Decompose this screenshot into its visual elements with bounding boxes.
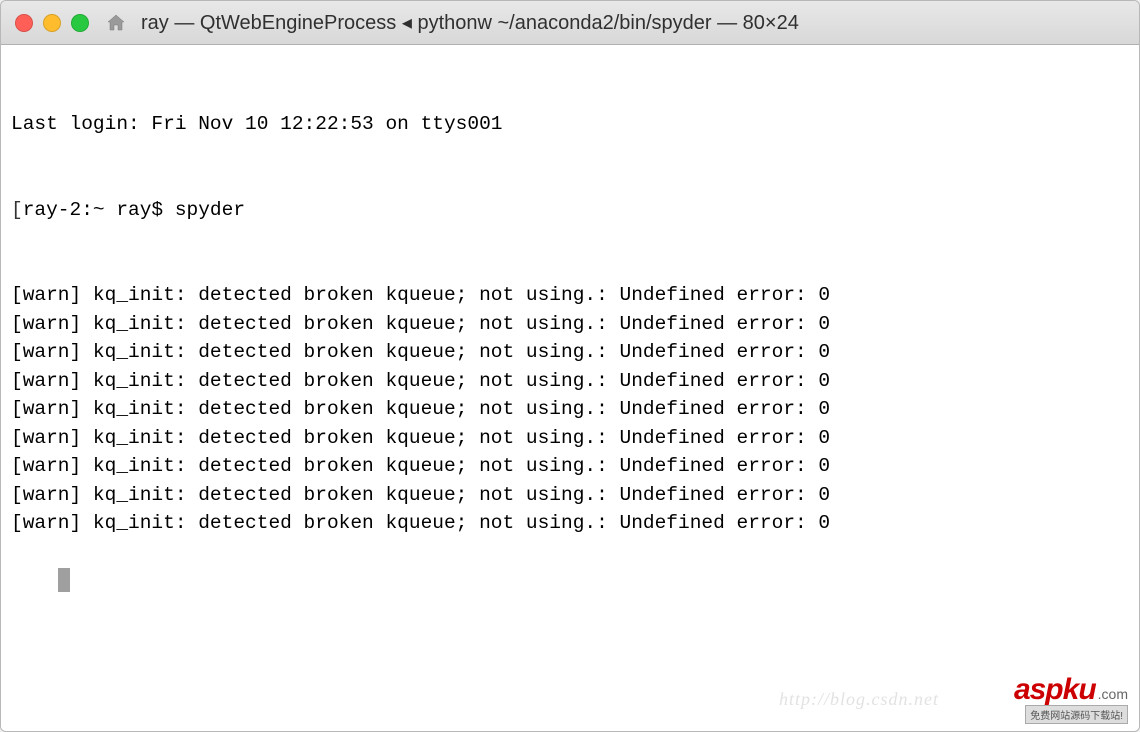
- watermark-url: http://blog.csdn.net: [779, 685, 939, 714]
- window-title: ray — QtWebEngineProcess ◂ pythonw ~/ana…: [137, 10, 1125, 35]
- traffic-lights: [15, 14, 89, 32]
- prompt-line: [ray-2:~ ray$ spyder: [11, 196, 1129, 225]
- warn-line: [warn] kq_init: detected broken kqueue; …: [11, 310, 1129, 339]
- warn-line: [warn] kq_init: detected broken kqueue; …: [11, 281, 1129, 310]
- last-login-line: Last login: Fri Nov 10 12:22:53 on ttys0…: [11, 110, 1129, 139]
- terminal-body[interactable]: Last login: Fri Nov 10 12:22:53 on ttys0…: [1, 45, 1139, 731]
- home-icon[interactable]: [105, 12, 127, 34]
- warn-line: [warn] kq_init: detected broken kqueue; …: [11, 395, 1129, 424]
- warn-line: [warn] kq_init: detected broken kqueue; …: [11, 481, 1129, 510]
- prompt-text: ray-2:~ ray$: [23, 199, 175, 221]
- maximize-button[interactable]: [71, 14, 89, 32]
- warn-line: [warn] kq_init: detected broken kqueue; …: [11, 338, 1129, 367]
- warn-line: [warn] kq_init: detected broken kqueue; …: [11, 367, 1129, 396]
- warn-line: [warn] kq_init: detected broken kqueue; …: [11, 452, 1129, 481]
- terminal-cursor: [58, 568, 70, 592]
- close-button[interactable]: [15, 14, 33, 32]
- warn-line: [warn] kq_init: detected broken kqueue; …: [11, 509, 1129, 538]
- titlebar[interactable]: ray — QtWebEngineProcess ◂ pythonw ~/ana…: [1, 1, 1139, 45]
- command-text: spyder: [175, 199, 245, 221]
- terminal-window: ray — QtWebEngineProcess ◂ pythonw ~/ana…: [0, 0, 1140, 732]
- minimize-button[interactable]: [43, 14, 61, 32]
- warn-line: [warn] kq_init: detected broken kqueue; …: [11, 424, 1129, 453]
